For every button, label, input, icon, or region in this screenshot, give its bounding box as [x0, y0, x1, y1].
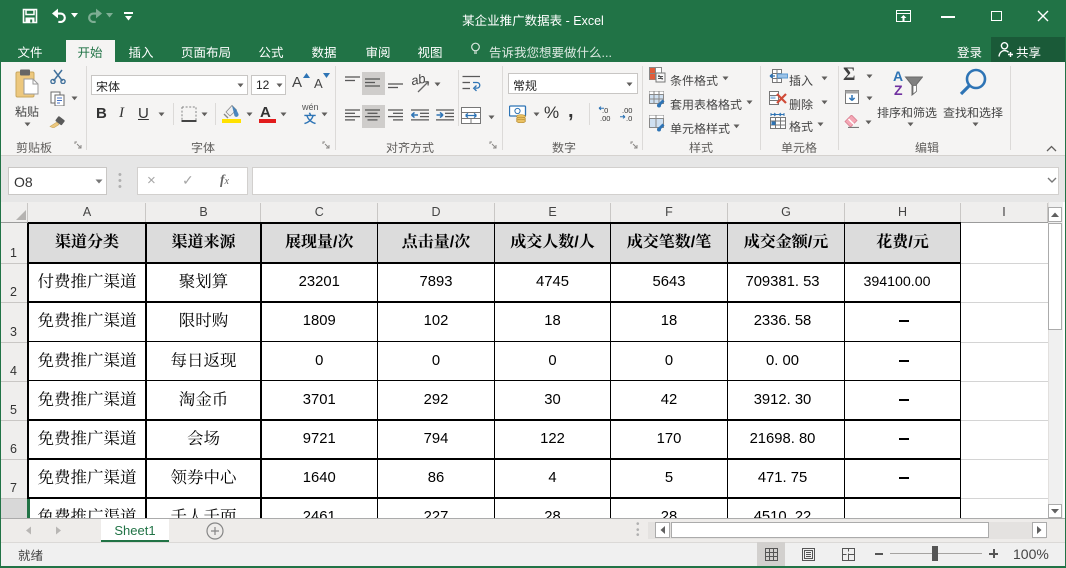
svg-text:.0: .0 [626, 114, 632, 122]
svg-text:Z: Z [894, 82, 903, 96]
svg-text:.00: .00 [600, 114, 610, 122]
